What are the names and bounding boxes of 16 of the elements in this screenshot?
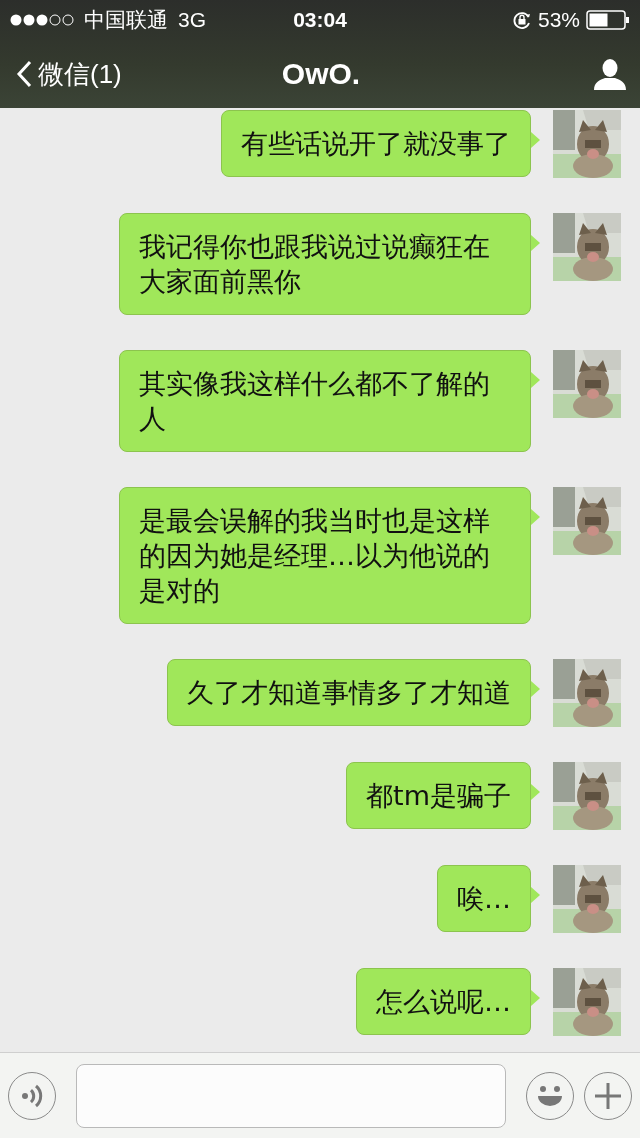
battery-icon (586, 10, 630, 30)
person-icon (594, 58, 626, 90)
smiley-icon (535, 1083, 565, 1108)
back-button[interactable]: 微信(1) (16, 56, 220, 92)
network-type: 3G (178, 8, 206, 32)
clock-time: 03:04 (293, 8, 347, 32)
carrier-name: 中国联通 (84, 7, 168, 33)
signal-icon (10, 14, 74, 26)
sound-wave-icon (21, 1083, 43, 1108)
message-input[interactable] (76, 1063, 506, 1128)
chat-title: OwO. (280, 57, 362, 91)
chevron-left-icon (16, 60, 32, 88)
profile-button[interactable] (594, 58, 626, 90)
battery-percent: 53% (537, 8, 580, 32)
plus-icon (594, 1081, 622, 1110)
rotation-lock-icon (511, 10, 532, 30)
